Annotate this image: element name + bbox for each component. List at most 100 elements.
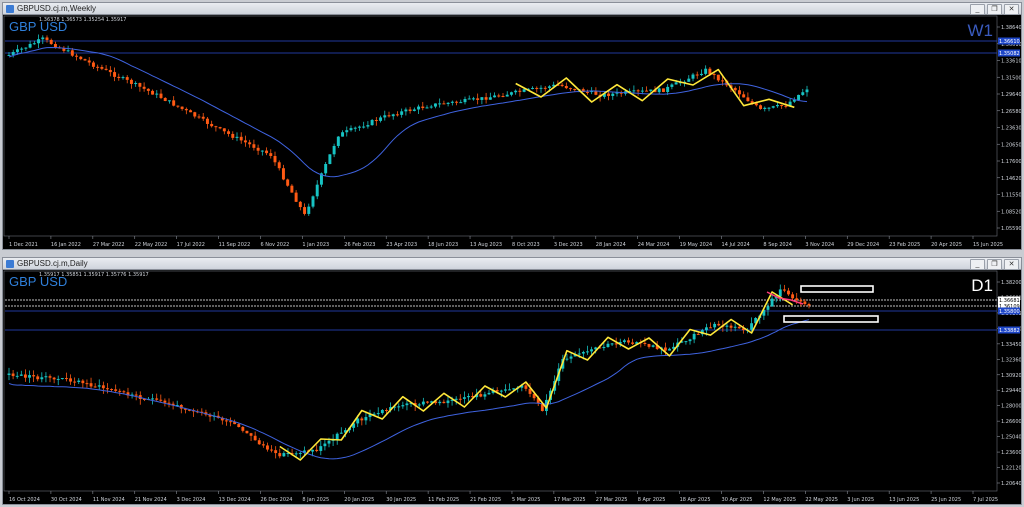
weekly-window-titlebar[interactable]: GBPUSD.cj.m,Weekly _ ❐ ✕: [3, 3, 1021, 15]
price-tag-label: 1.35082: [999, 51, 1020, 57]
candle-body: [462, 397, 466, 399]
date-axis-label: 21 Feb 2025: [470, 497, 501, 503]
candle-body: [508, 389, 511, 391]
candle-body: [543, 87, 547, 89]
candle-body: [151, 398, 155, 400]
candle-body: [383, 115, 387, 118]
candle-body: [725, 325, 729, 327]
candle-body: [590, 349, 593, 352]
daily-window-title: GBPUSD.cj.m,Daily: [17, 259, 88, 268]
candle-body: [688, 339, 692, 342]
price-axis-label: 1.11550: [1001, 193, 1021, 199]
date-axis-label: 25 Jun 2025: [931, 497, 961, 503]
candle-body: [155, 93, 159, 95]
candle-body: [376, 413, 380, 415]
moving-average-line: [8, 46, 808, 178]
date-axis-label: 8 Jan 2025: [302, 497, 329, 503]
candle-body: [324, 164, 328, 174]
restore-button[interactable]: ❐: [987, 259, 1002, 270]
candle-body: [273, 156, 277, 163]
date-axis-label: 30 Oct 2024: [51, 497, 82, 503]
candle-body: [341, 132, 345, 137]
candle-body: [463, 99, 467, 103]
candle-body: [573, 88, 577, 91]
date-axis-label: 3 Jun 2025: [847, 497, 874, 503]
candle-body: [651, 345, 655, 347]
candle-body: [442, 401, 446, 404]
candle-body: [795, 298, 799, 301]
candle-body: [505, 94, 509, 97]
candle-body: [184, 108, 188, 111]
candle-body: [237, 424, 241, 428]
weekly-chart-window[interactable]: GBPUSD.cj.m,Weekly _ ❐ ✕ 1.36378 1.36573…: [2, 2, 1022, 250]
candle-body: [270, 449, 273, 451]
candle-body: [522, 89, 526, 92]
candle-body: [104, 68, 108, 70]
weekly-price-chart[interactable]: 1.38640 1.36610 1.33610 1.31500 1.29640 1.265…: [3, 15, 1021, 249]
date-axis-label: 15 Jun 2025: [973, 242, 1003, 248]
candle-body: [113, 72, 117, 77]
candle-body: [695, 74, 699, 76]
daily-window-titlebar[interactable]: GBPUSD.cj.m,Daily _ ❐ ✕: [3, 258, 1021, 270]
candle-body: [20, 48, 24, 50]
candle-body: [539, 87, 543, 89]
candle-body: [803, 301, 807, 305]
candle-body: [426, 401, 429, 403]
candle-body: [163, 400, 167, 403]
candle-body: [370, 120, 374, 126]
candle-body: [770, 298, 774, 307]
candle-body: [577, 353, 581, 355]
candle-body: [28, 375, 31, 378]
candle-body: [586, 351, 589, 353]
candle-body: [227, 131, 231, 134]
price-axis-label: 1.28000: [1001, 404, 1021, 410]
candle-body: [336, 136, 340, 146]
candle-body: [37, 39, 41, 44]
candle-body: [353, 127, 357, 129]
price-axis-label: 1.20640: [1001, 481, 1021, 487]
candle-body: [41, 37, 45, 40]
candle-body: [687, 78, 691, 82]
candle-body: [746, 97, 750, 102]
date-axis-label: 21 Nov 2024: [135, 497, 167, 503]
candle-body: [167, 402, 171, 404]
candle-body: [155, 398, 159, 400]
candle-body: [298, 201, 302, 208]
candle-body: [129, 79, 133, 84]
candle-body: [674, 82, 678, 85]
minimize-button[interactable]: _: [970, 259, 985, 270]
close-button[interactable]: ✕: [1004, 259, 1019, 270]
candle-body: [787, 290, 790, 295]
candle-body: [791, 294, 795, 299]
candle-body: [225, 420, 228, 422]
price-axis-label: 1.38200: [1001, 280, 1021, 286]
price-axis-label: 1.14620: [1001, 176, 1021, 182]
candle-body: [483, 394, 487, 397]
candle-body: [118, 390, 122, 392]
date-axis-label: 22 May 2022: [135, 242, 168, 248]
date-axis-label: 26 Dec 2024: [260, 497, 292, 503]
daily-price-chart[interactable]: 1.382001.366811.361091.358001.334501.323…: [3, 270, 1021, 504]
candle-body: [487, 392, 491, 395]
candle-body: [366, 125, 370, 127]
candle-body: [197, 116, 201, 118]
candle-body: [713, 323, 717, 328]
date-axis-label: 17 Jul 2022: [177, 242, 205, 248]
candle-body: [782, 289, 786, 291]
candle-body: [7, 373, 11, 375]
candle-body: [647, 343, 651, 347]
minimize-button[interactable]: _: [970, 4, 985, 15]
price-axis-label: 1.26600: [1001, 419, 1021, 425]
date-axis-label: 11 Nov 2024: [93, 497, 125, 503]
candle-body: [286, 179, 290, 186]
daily-chart-window[interactable]: GBPUSD.cj.m,Daily _ ❐ ✕ 1.35917 1.35851 …: [2, 257, 1022, 505]
restore-button[interactable]: ❐: [987, 4, 1002, 15]
candle-body: [775, 105, 779, 107]
candle-body: [357, 126, 361, 128]
candle-body: [56, 378, 60, 380]
candle-body: [23, 374, 27, 378]
date-axis-label: 23 Apr 2023: [386, 242, 417, 248]
date-axis-label: 16 Jan 2022: [51, 242, 81, 248]
candle-body: [560, 84, 564, 86]
close-button[interactable]: ✕: [1004, 4, 1019, 15]
